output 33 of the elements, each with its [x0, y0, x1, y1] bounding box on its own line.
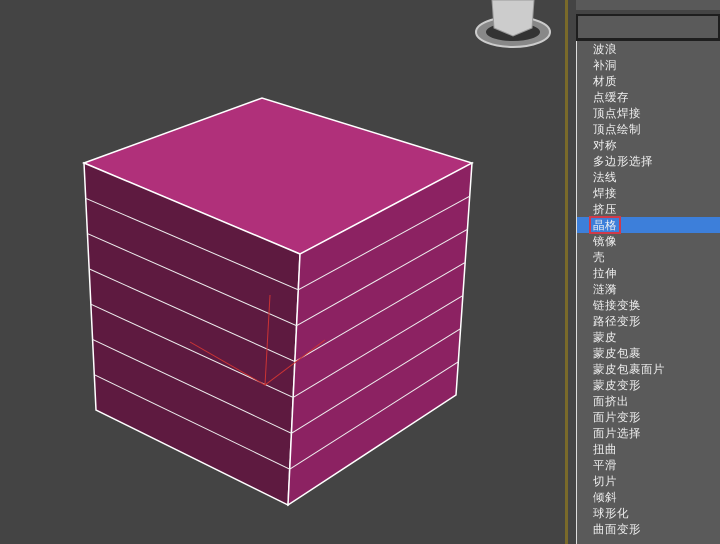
- modifier-list-item[interactable]: 扭曲: [577, 441, 720, 457]
- modifier-list-item[interactable]: 蒙皮变形: [577, 377, 720, 393]
- modifier-list-item[interactable]: 切片: [577, 473, 720, 489]
- modifier-list-item[interactable]: 面片变形: [577, 409, 720, 425]
- modifier-list-item[interactable]: 蒙皮包裹面片: [577, 361, 720, 377]
- modifier-list-item[interactable]: 路径变形: [577, 313, 720, 329]
- modifier-list-item[interactable]: 面挤出: [577, 393, 720, 409]
- modifier-list-item[interactable]: 顶点绘制: [577, 121, 720, 137]
- modifier-list-item[interactable]: 涟漪: [577, 281, 720, 297]
- modifier-dropdown[interactable]: [576, 14, 720, 41]
- modifier-list-item[interactable]: 波浪: [577, 41, 720, 57]
- modifier-list-item[interactable]: 面片选择: [577, 425, 720, 441]
- modifier-list-item[interactable]: 晶格: [577, 217, 720, 233]
- modifier-list-item[interactable]: 补洞: [577, 57, 720, 73]
- modifier-list-item[interactable]: 蒙皮: [577, 329, 720, 345]
- modifier-list-item[interactable]: 多边形选择: [577, 153, 720, 169]
- modifier-list-item[interactable]: 对称: [577, 137, 720, 153]
- modifier-list-item[interactable]: 点缓存: [577, 89, 720, 105]
- view-cube-icon[interactable]: [475, 0, 551, 48]
- modifier-list-item[interactable]: 倾斜: [577, 489, 720, 505]
- modifier-list-item[interactable]: 拉伸: [577, 265, 720, 281]
- modifier-list-item[interactable]: 壳: [577, 249, 720, 265]
- modifier-list-item[interactable]: 法线: [577, 169, 720, 185]
- modifier-list-item[interactable]: 顶点焊接: [577, 105, 720, 121]
- modifier-list-item[interactable]: 镜像: [577, 233, 720, 249]
- modifier-list-item[interactable]: 球形化: [577, 505, 720, 521]
- modifier-list-item[interactable]: 曲面变形: [577, 521, 720, 537]
- modifier-list-item[interactable]: 平滑: [577, 457, 720, 473]
- modifier-list-item[interactable]: 材质: [577, 73, 720, 89]
- modifier-list-item[interactable]: 挤压: [577, 201, 720, 217]
- modifier-list-item[interactable]: 链接变换: [577, 297, 720, 313]
- modifier-list-item[interactable]: 焊接: [577, 185, 720, 201]
- modifier-list-item[interactable]: 蒙皮包裹: [577, 345, 720, 361]
